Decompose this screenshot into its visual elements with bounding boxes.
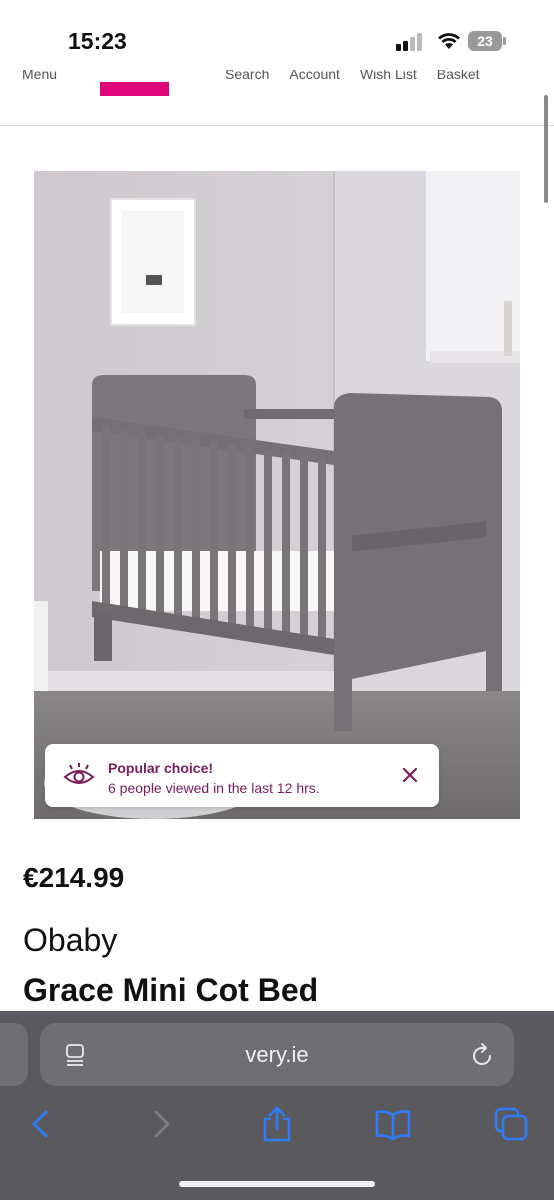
wifi-icon (438, 33, 460, 49)
eye-icon (63, 763, 95, 784)
status-time: 15:23 (68, 28, 127, 54)
header-nav: Search Account Wish List Basket (225, 70, 480, 82)
address-bar[interactable]: very.ie (40, 1023, 514, 1086)
product-price: €214.99 (23, 862, 125, 893)
cellular-signal-icon (396, 33, 424, 51)
menu-link[interactable]: Menu (22, 70, 57, 82)
close-icon[interactable] (399, 764, 421, 786)
back-icon[interactable] (22, 1105, 60, 1143)
product-brand[interactable]: Obaby (23, 922, 117, 959)
battery-level: 23 (468, 31, 502, 51)
toast-subtitle: 6 people viewed in the last 12 hrs. (108, 780, 320, 796)
nav-basket-link[interactable]: Basket (437, 70, 480, 82)
navigation-toolbar (0, 1099, 554, 1159)
forward-icon[interactable] (142, 1105, 180, 1143)
site-header: Menu Search Account Wish List Basket (0, 70, 554, 126)
browser-toolbar: very.ie (0, 1011, 554, 1200)
battery-icon: 23 (468, 31, 508, 51)
cot-bed-photo (34, 171, 520, 819)
tabs-icon[interactable] (492, 1105, 530, 1143)
url-text: very.ie (245, 1042, 309, 1067)
nav-wishlist-link[interactable]: Wish List (360, 70, 417, 82)
bookmarks-icon[interactable] (374, 1105, 412, 1143)
previous-tab-preview[interactable] (0, 1023, 28, 1086)
reload-icon[interactable] (470, 1042, 494, 1068)
nav-search-link[interactable]: Search (225, 70, 269, 82)
nav-account-link[interactable]: Account (289, 70, 340, 82)
share-icon[interactable] (258, 1105, 296, 1143)
status-bar: 15:23 23 (0, 0, 554, 70)
toast-title: Popular choice! (108, 760, 214, 776)
product-image[interactable] (34, 171, 520, 819)
popular-choice-toast: Popular choice! 6 people viewed in the l… (45, 744, 439, 807)
very-logo[interactable] (100, 82, 169, 96)
product-title: Grace Mini Cot Bed (23, 972, 319, 1008)
page-scrollbar[interactable] (544, 95, 548, 203)
home-indicator[interactable] (179, 1181, 375, 1187)
